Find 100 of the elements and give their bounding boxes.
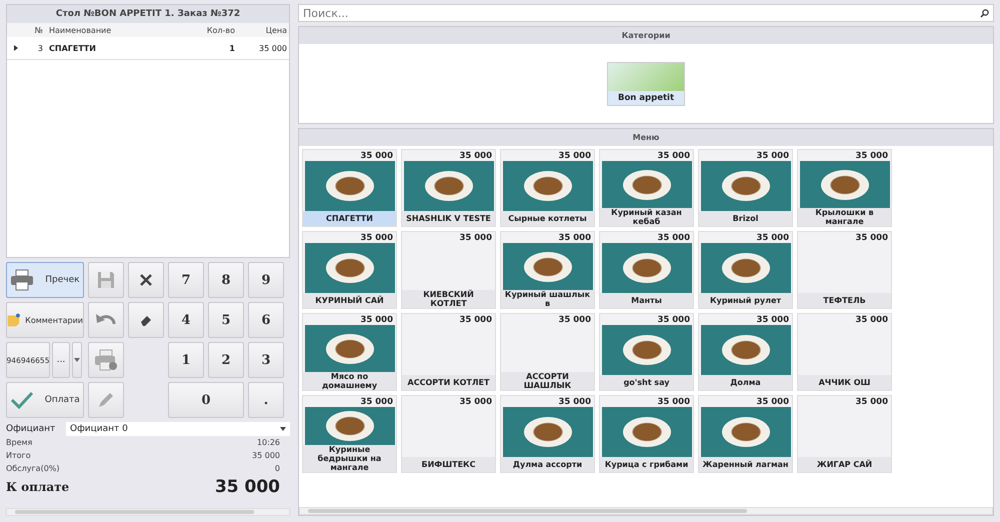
item-price: 35 000 (756, 232, 790, 243)
total-value: 10:26 (256, 437, 280, 449)
item-price: 35 000 (360, 232, 394, 243)
printer-icon (94, 349, 118, 371)
menu-item-tile[interactable]: 35 000 Куриный шашлык в (500, 231, 595, 309)
menu-item-tile[interactable]: 35 000 БИФШТЕКС (401, 395, 496, 473)
waiter-select[interactable]: Официант 0 (66, 422, 290, 436)
menu-item-tile[interactable]: 35 000 АССОРТИ КОТЛЕТ (401, 313, 496, 391)
waiter-label: Официант (6, 424, 56, 434)
category-tile[interactable]: Bon appetit (607, 62, 685, 106)
digit-key[interactable]: . (248, 382, 284, 418)
item-name: Куриные бедрышки на мангале (303, 445, 396, 472)
column-header[interactable]: Кол-во (179, 26, 241, 34)
eraser-icon (140, 314, 152, 326)
digit-key[interactable]: 3 (248, 342, 284, 378)
item-name: Долма (699, 375, 792, 390)
total-label: Итого (6, 450, 31, 462)
search-icon (980, 9, 989, 18)
column-header[interactable]: Цена (241, 26, 289, 34)
item-name: БИФШТЕКС (402, 457, 495, 472)
column-header[interactable]: № (25, 26, 47, 34)
digit-key[interactable]: 7 (168, 262, 204, 298)
menu-item-tile[interactable]: 35 000 Долма (698, 313, 793, 391)
item-name: КУРИНЫЙ САЙ (303, 293, 396, 308)
digit-key[interactable]: 4 (168, 302, 204, 338)
menu-item-tile[interactable]: 35 000 ЖИГАР САЙ (797, 395, 892, 473)
item-name: Манты (600, 293, 693, 308)
item-name: Мясо по домашнему (303, 372, 396, 390)
item-name: Крылошки в мангале (798, 208, 891, 226)
table-cell-text: 3 (36, 44, 44, 52)
digit-key[interactable]: 2 (208, 342, 244, 378)
more-button[interactable]: ... (52, 342, 70, 378)
menu-item-tile[interactable]: 35 000 Куриный казан кебаб (599, 149, 694, 227)
pay-button[interactable]: Оплата (6, 382, 84, 418)
table-cell-text: СПАГЕТТИ (48, 44, 97, 52)
menu-item-tile[interactable]: 35 000 Жаренный лагман (698, 395, 793, 473)
menu-item-tile[interactable]: 35 000 Курица с грибами (599, 395, 694, 473)
eraser-button[interactable] (128, 302, 164, 338)
table-cell-text: 35 000 (258, 44, 288, 52)
order-row[interactable]: 3 СПАГЕТТИ 1 35 000 (7, 37, 289, 60)
item-price: 35 000 (558, 150, 592, 161)
item-name: Дулма ассорти (501, 457, 594, 472)
item-price: 35 000 (855, 314, 889, 325)
menu-item-tile[interactable]: 35 000 Мясо по домашнему (302, 313, 397, 391)
menu-item-tile[interactable]: 35 000 Дулма ассорти (500, 395, 595, 473)
comments-button[interactable]: Комментарии (6, 302, 84, 338)
menu-item-tile[interactable]: 35 000 Сырные котлеты (500, 149, 595, 227)
item-price: 35 000 (459, 314, 493, 325)
panel-title: Категории (299, 27, 993, 44)
item-price: 35 000 (558, 232, 592, 243)
total-label: Время (6, 437, 32, 449)
digit-key[interactable]: 9 (248, 262, 284, 298)
menu-item-tile[interactable]: 35 000 Манты (599, 231, 694, 309)
item-price: 35 000 (855, 232, 889, 243)
column-header[interactable]: Наименование (47, 26, 179, 34)
menu-item-tile[interactable]: 35 000 КУРИНЫЙ САЙ (302, 231, 397, 309)
menu-item-tile[interactable]: 35 000 Куриный рулет (698, 231, 793, 309)
item-price: 35 000 (657, 314, 691, 325)
cancel-button[interactable] (128, 262, 164, 298)
digit-key[interactable]: 0 (168, 382, 244, 418)
item-name: Куриный казан кебаб (600, 208, 693, 226)
menu-item-tile[interactable]: 35 000 Куриные бедрышки на мангале (302, 395, 397, 473)
item-name: Сырные котлеты (501, 211, 594, 226)
menu-item-tile[interactable]: 35 000 АЧЧИК ОШ (797, 313, 892, 391)
menu-item-tile[interactable]: 35 000 Крылошки в мангале (797, 149, 892, 227)
digit-key[interactable]: 5 (208, 302, 244, 338)
item-name: Куриный шашлык в (501, 290, 594, 308)
item-price: 35 000 (558, 396, 592, 407)
horizontal-scrollbar[interactable] (6, 508, 290, 516)
close-icon (139, 273, 153, 287)
menu-item-tile[interactable]: 35 000 КИЕВСКИЙ КОТЛЕТ (401, 231, 496, 309)
due-label: К оплате (6, 480, 70, 494)
digit-key[interactable]: 8 (208, 262, 244, 298)
total-label: Обслуга(0%) (6, 463, 60, 475)
due-amount: 35 000 (214, 477, 280, 497)
menu-item-tile[interactable]: 35 000 go'sht say (599, 313, 694, 391)
search-field[interactable]: Поиск... (298, 4, 994, 22)
precheck-button[interactable]: Пречек (6, 262, 84, 298)
menu-item-tile[interactable]: 35 000 Brizol (698, 149, 793, 227)
item-name: АССОРТИ КОТЛЕТ (402, 375, 495, 390)
digit-key[interactable]: 1 (168, 342, 204, 378)
edit-button[interactable] (88, 382, 124, 418)
checkmark-icon (10, 391, 34, 409)
item-price: 35 000 (756, 396, 790, 407)
menu-item-tile[interactable]: 35 000 СПАГЕТТИ (302, 149, 397, 227)
menu-item-tile[interactable]: 35 000 АССОРТИ ШАШЛЫК (500, 313, 595, 391)
item-name: Куриный рулет (699, 293, 792, 308)
item-price: 35 000 (657, 396, 691, 407)
dropdown-button[interactable] (72, 342, 82, 378)
caret-icon (74, 358, 80, 362)
item-name: СПАГЕТТИ (303, 211, 396, 226)
item-price: 35 000 (756, 314, 790, 325)
item-name: Brizol (699, 211, 792, 226)
item-price: 35 000 (855, 396, 889, 407)
item-name: АССОРТИ ШАШЛЫК (501, 372, 594, 390)
horizontal-scrollbar[interactable] (299, 507, 993, 515)
total-value: 0 (274, 463, 280, 475)
digit-key[interactable]: 6 (248, 302, 284, 338)
menu-item-tile[interactable]: 35 000 SHASHLIK V TESTE (401, 149, 496, 227)
menu-item-tile[interactable]: 35 000 ТЕФТЕЛЬ (797, 231, 892, 309)
